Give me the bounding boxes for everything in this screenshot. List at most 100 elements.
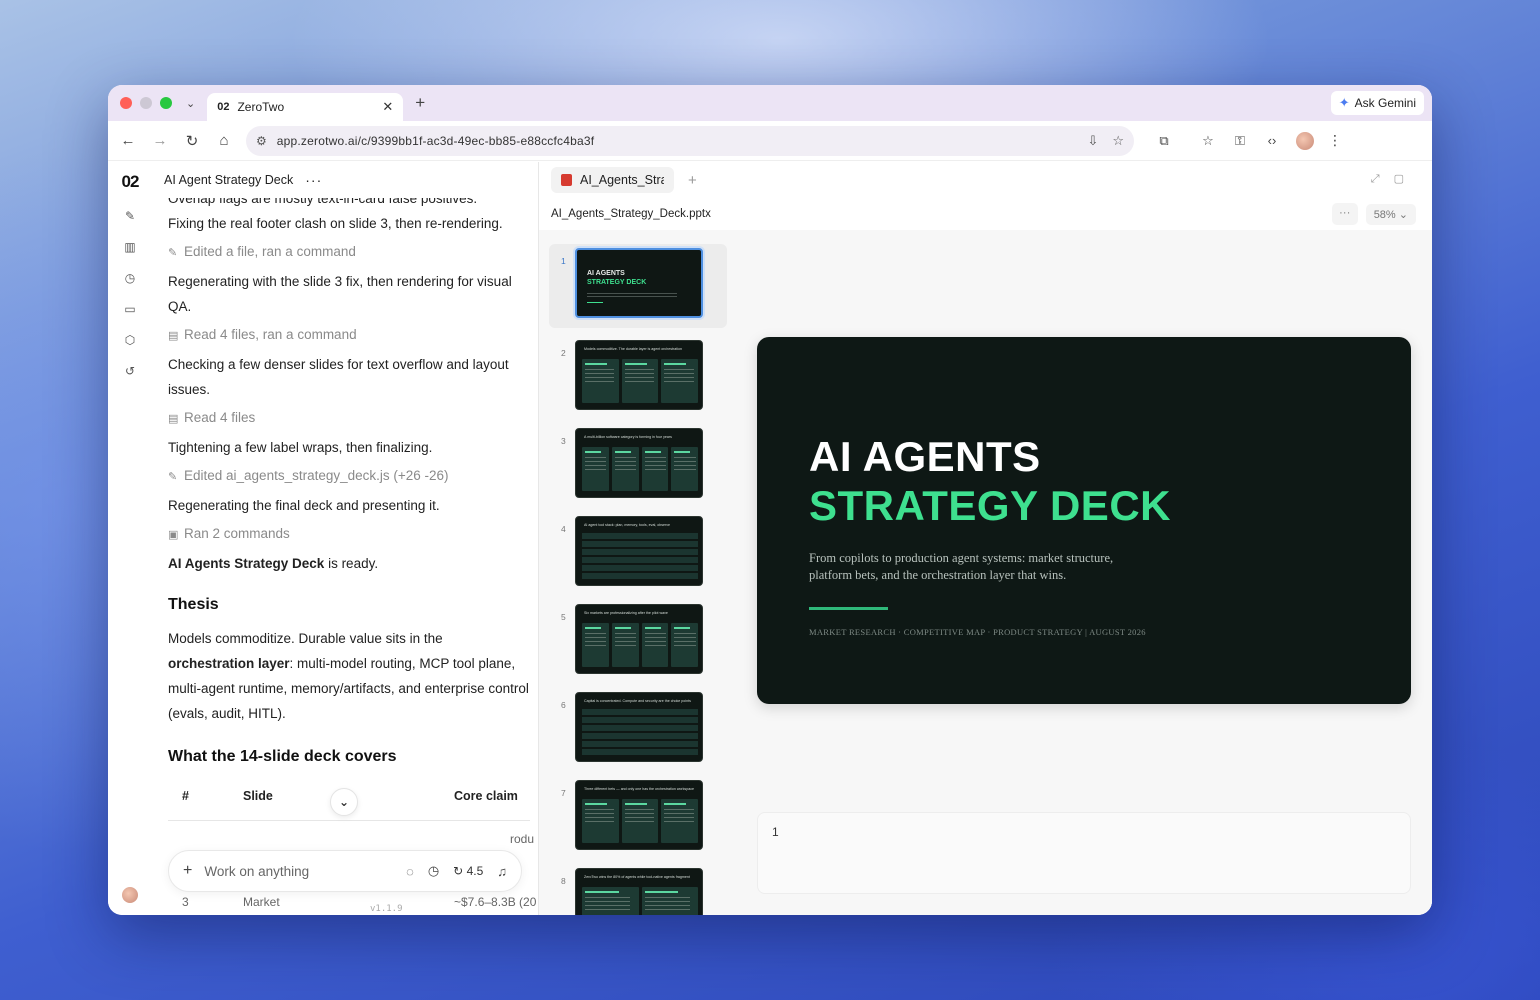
chat-options-icon[interactable]: ··· bbox=[305, 172, 322, 188]
microphone-icon[interactable]: ♫ bbox=[497, 864, 507, 879]
attach-plus-icon[interactable]: + bbox=[183, 862, 192, 880]
new-chat-edit-icon[interactable]: ✎ bbox=[125, 209, 135, 223]
chat-title[interactable]: AI Agent Strategy Deck bbox=[164, 173, 293, 187]
thumb-subtitle-lines bbox=[587, 293, 677, 298]
thumbnail-slide-6[interactable]: 6 Capital is concentrated. Compute and s… bbox=[549, 692, 729, 780]
step-label: Edited ai_agents_strategy_deck.js (+26 -… bbox=[184, 468, 449, 483]
address-bar[interactable]: ⚙ app.zerotwo.ai/c/9399bb1f-ac3d-49ec-bb… bbox=[246, 125, 1134, 156]
model-selector[interactable]: ↻ 4.5 bbox=[453, 864, 483, 878]
back-arrow-icon[interactable]: ← bbox=[112, 132, 144, 149]
user-avatar[interactable] bbox=[122, 887, 138, 903]
thumbnail-number: 5 bbox=[561, 612, 566, 622]
scroll-down-chevron-icon[interactable]: ⌄ bbox=[330, 788, 358, 816]
step-summary[interactable]: ✎ Edited ai_agents_strategy_deck.js (+26 … bbox=[168, 463, 530, 490]
ask-gemini-label: Ask Gemini bbox=[1354, 96, 1416, 110]
thumb-title: ZeroTwo wins the 80% of agents while too… bbox=[584, 875, 690, 879]
new-tab-button[interactable]: + bbox=[415, 93, 425, 113]
history-icon[interactable]: ↺ bbox=[125, 364, 135, 378]
bookmark-star-icon[interactable]: ☆ bbox=[1112, 133, 1124, 149]
speaker-notes[interactable]: 1 bbox=[757, 812, 1411, 894]
library-icon[interactable]: ▥ bbox=[124, 240, 135, 254]
thumbnail-image: Three different bets — and only one has … bbox=[575, 780, 703, 850]
thumbnail-slide-7[interactable]: 7 Three different bets — and only one ha… bbox=[549, 780, 729, 868]
bookmarks-icon[interactable]: ☆ bbox=[1192, 133, 1224, 149]
thumbnail-slide-3[interactable]: 3 A multi-billion software category is f… bbox=[549, 428, 729, 516]
slide-accent-rule bbox=[809, 607, 888, 610]
close-tab-icon[interactable]: ✕ bbox=[382, 99, 393, 115]
deck-name: AI Agents Strategy Deck bbox=[168, 556, 325, 571]
message-checking: Checking a few denser slides for text ov… bbox=[168, 357, 509, 397]
thumbnail-slide-5[interactable]: 5 Six markets are professionalizing afte… bbox=[549, 604, 729, 692]
notes-page-number: 1 bbox=[772, 825, 779, 839]
viewer-filename: AI_Agents_Strategy_Deck.pptx bbox=[551, 208, 711, 220]
dev-tools-code-icon[interactable]: ‹› bbox=[1256, 133, 1288, 148]
ask-gemini-button[interactable]: ✦ Ask Gemini bbox=[1330, 91, 1424, 115]
zoom-value: 58% bbox=[1373, 208, 1396, 221]
zerotwo-logo[interactable]: 02 bbox=[122, 172, 140, 192]
browser-tab[interactable]: 02 ZeroTwo ✕ bbox=[207, 93, 404, 121]
minimize-window-button[interactable] bbox=[140, 97, 152, 109]
file-icon: ▤ bbox=[168, 413, 179, 425]
step-summary[interactable]: ✎ Edited a file, ran a command bbox=[168, 239, 530, 266]
thesis-text-a: Models commoditize. Durable value sits i… bbox=[168, 631, 443, 646]
site-settings-icon[interactable]: ⚙ bbox=[256, 134, 267, 148]
message-ready: AI Agents Strategy Deck is ready. bbox=[168, 551, 530, 576]
zoom-selector[interactable]: 58% ⌄ bbox=[1365, 203, 1416, 225]
thesis-heading: Thesis bbox=[168, 596, 219, 613]
message-final: Regenerating the final deck and presenti… bbox=[168, 498, 440, 513]
expand-panel-icon[interactable]: ⤢▢ bbox=[1371, 172, 1418, 186]
viewer-more-button[interactable]: ··· bbox=[1331, 203, 1358, 225]
timer-icon[interactable]: ◷ bbox=[428, 863, 439, 879]
file-tab[interactable]: AI_Agents_Strategy_Deck.pptx bbox=[551, 167, 674, 193]
maximize-window-button[interactable] bbox=[160, 97, 172, 109]
model-version: 4.5 bbox=[466, 864, 484, 878]
thumb-title-line2: STRATEGY DECK bbox=[587, 279, 647, 286]
thesis-emphasis: orchestration layer bbox=[168, 656, 290, 671]
chat-header: AI Agent Strategy Deck ··· bbox=[152, 162, 538, 198]
tab-list-chevron-icon[interactable]: ⌄ bbox=[186, 97, 195, 110]
table-row: 3 Market ~$7.6–8.3B (20 bbox=[168, 895, 538, 909]
thumbnail-slide-2[interactable]: 2 Models commoditize. The durable layer … bbox=[549, 340, 729, 428]
slide-title-line2: STRATEGY DECK bbox=[809, 482, 1171, 529]
inbox-icon[interactable]: ▭ bbox=[124, 302, 135, 316]
install-app-icon[interactable]: ⇩ bbox=[1087, 133, 1098, 149]
url-text[interactable]: app.zerotwo.ai/c/9399bb1f-ac3d-49ec-bb85… bbox=[277, 134, 1074, 148]
gemini-sparkle-icon: ✦ bbox=[1338, 95, 1350, 110]
thumbnail-slide-4[interactable]: 4 AI agent tool stack: plan, memory, too… bbox=[549, 516, 729, 604]
column-number: # bbox=[182, 789, 189, 803]
thumbnail-number: 6 bbox=[561, 700, 566, 710]
zerotwo-favicon-icon: 02 bbox=[217, 101, 230, 113]
pptx-file-icon bbox=[561, 174, 572, 186]
extensions-puzzle-icon[interactable]: ⧉ bbox=[1148, 133, 1180, 149]
forward-arrow-icon[interactable]: → bbox=[144, 132, 176, 149]
thumbnail-image: ZeroTwo wins the 80% of agents while too… bbox=[575, 868, 703, 915]
slide-title-line1: AI AGENTS bbox=[809, 433, 1041, 480]
password-key-icon[interactable]: ⚿ bbox=[1224, 133, 1256, 149]
row-claim: ~$7.6–8.3B (20 bbox=[454, 895, 537, 909]
file-tab-label: AI_Agents_Strategy_Deck.pptx bbox=[580, 173, 664, 187]
home-icon[interactable]: ⌂ bbox=[208, 132, 240, 149]
clock-icon[interactable]: ◷ bbox=[125, 271, 135, 285]
step-summary[interactable]: ▤ Read 4 files, ran a command bbox=[168, 322, 530, 349]
add-viewer-tab-icon[interactable]: + bbox=[688, 172, 697, 189]
thumbnail-number: 1 bbox=[561, 256, 566, 266]
thumbnail-slide-8[interactable]: 8 ZeroTwo wins the 80% of agents while t… bbox=[549, 868, 729, 915]
step-summary[interactable]: ▤ Read 4 files bbox=[168, 405, 530, 432]
browser-window: ⌄ 02 ZeroTwo ✕ + ✦ Ask Gemini ← → ↻ ⌂ ⚙ … bbox=[108, 85, 1432, 915]
thumbnail-image: AI agent tool stack: plan, memory, tools… bbox=[575, 516, 703, 586]
close-window-button[interactable] bbox=[120, 97, 132, 109]
composer-placeholder[interactable]: Work on anything bbox=[204, 864, 392, 879]
message-tightening: Tightening a few label wraps, then final… bbox=[168, 440, 433, 455]
tab-title: ZeroTwo bbox=[237, 100, 285, 114]
reload-icon[interactable]: ↻ bbox=[176, 132, 208, 150]
step-summary[interactable]: ▣ Ran 2 commands bbox=[168, 521, 530, 548]
profile-avatar[interactable] bbox=[1296, 131, 1314, 150]
chat-composer[interactable]: + Work on anything ◌ ◷ ↻ 4.5 ♫ bbox=[168, 850, 522, 892]
step-label: Read 4 files bbox=[184, 410, 256, 425]
thumbnail-slide-1[interactable]: 1 AI AGENTS STRATEGY DECK bbox=[549, 244, 729, 336]
row-slide: Market bbox=[243, 895, 280, 909]
thumbnail-image: AI AGENTS STRATEGY DECK bbox=[575, 248, 703, 318]
thumb-title: A multi-billion software category is for… bbox=[584, 435, 672, 439]
package-cube-icon[interactable]: ⬡ bbox=[125, 333, 135, 347]
browser-menu-icon[interactable]: ⋮ bbox=[1328, 132, 1342, 149]
